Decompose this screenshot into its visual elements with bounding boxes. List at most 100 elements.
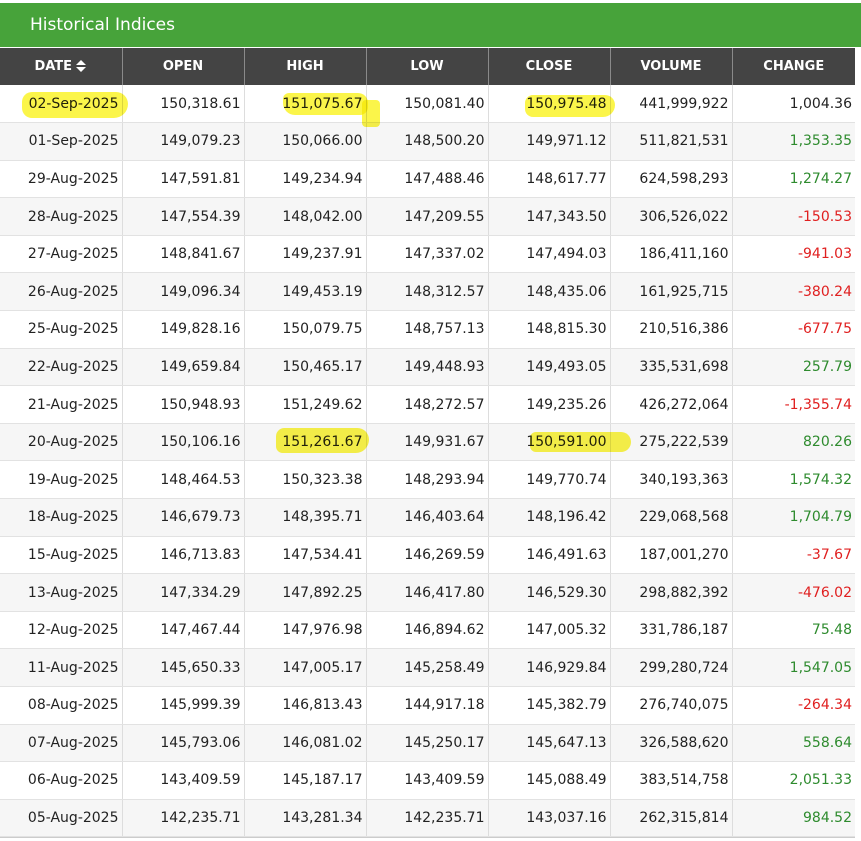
cell-volume: 426,272,064 [610,385,733,424]
cell-high: 146,081.02 [244,724,367,763]
cell-low: 148,272.57 [366,385,489,424]
cell-change: 820.26 [732,423,855,462]
cell-close: 148,617.77 [488,160,611,199]
cell-low: 148,293.94 [366,460,489,500]
cell-volume: 275,222,539 [610,423,733,462]
cell-date: 05-Aug-2025 [0,799,123,838]
cell-date: 01-Sep-2025 [0,122,123,161]
cell-volume: 383,514,758 [610,761,733,800]
cell-volume: 229,068,568 [610,498,733,537]
column-header-close[interactable]: CLOSE [488,48,611,85]
panel-title: Historical Indices [0,3,861,47]
column-header-low[interactable]: LOW [366,48,489,85]
cell-change: -380.24 [732,272,855,312]
cell-high: 150,079.75 [244,310,367,349]
column-header-change[interactable]: CHANGE [732,48,855,85]
cell-volume: 624,598,293 [610,160,733,199]
cell-high: 151,075.67 [244,85,367,124]
cell-change: 1,274.27 [732,160,855,199]
cell-close: 146,491.63 [488,536,611,575]
cell-volume: 298,882,392 [610,573,733,612]
table-body: 02-Sep-2025 150,318.61 151,075.67 150,081.4… [0,85,855,838]
cell-open: 150,318.61 [122,85,245,124]
cell-change: 1,547.05 [732,648,855,687]
cell-date: 02-Sep-2025 [0,85,123,124]
cell-volume: 340,193,363 [610,460,733,500]
cell-date: 07-Aug-2025 [0,724,123,763]
cell-volume: 262,315,814 [610,799,733,838]
cell-high: 147,534.41 [244,536,367,575]
table-row: 13-Aug-2025 147,334.29 147,892.25 146,417.8… [0,573,855,612]
table-row: 08-Aug-2025 145,999.39 146,813.43 144,917.1… [0,686,855,725]
cell-high: 147,976.98 [244,611,367,650]
cell-low: 148,312.57 [366,272,489,312]
cell-date: 21-Aug-2025 [0,385,123,424]
cell-low: 148,757.13 [366,310,489,349]
cell-open: 147,334.29 [122,573,245,612]
cell-date: 19-Aug-2025 [0,460,123,500]
cell-low: 147,209.55 [366,197,489,236]
cell-date: 22-Aug-2025 [0,348,123,387]
column-header-label: DATE [34,59,73,74]
cell-change: 1,004.36 [732,85,855,124]
cell-date: 13-Aug-2025 [0,573,123,612]
cell-date: 26-Aug-2025 [0,272,123,312]
table-row: 29-Aug-2025 147,591.81 149,234.94 147,488.4… [0,160,855,199]
cell-low: 144,917.18 [366,686,489,725]
column-header-open[interactable]: OPEN [122,48,245,85]
cell-date: 25-Aug-2025 [0,310,123,349]
cell-volume: 299,280,724 [610,648,733,687]
cell-volume: 326,588,620 [610,724,733,763]
table-row: 22-Aug-2025 149,659.84 150,465.17 149,448.9… [0,348,855,387]
cell-date: 12-Aug-2025 [0,611,123,650]
cell-low: 145,258.49 [366,648,489,687]
cell-high: 149,237.91 [244,235,367,274]
cell-low: 143,409.59 [366,761,489,800]
cell-open: 149,096.34 [122,272,245,312]
cell-volume: 511,821,531 [610,122,733,161]
cell-volume: 210,516,386 [610,310,733,349]
cell-volume: 187,001,270 [610,536,733,575]
cell-low: 149,448.93 [366,348,489,387]
cell-change: -150.53 [732,197,855,236]
cell-date: 11-Aug-2025 [0,648,123,687]
cell-close: 145,088.49 [488,761,611,800]
cell-date: 28-Aug-2025 [0,197,123,236]
cell-high: 149,453.19 [244,272,367,312]
cell-volume: 306,526,022 [610,197,733,236]
cell-low: 149,931.67 [366,423,489,462]
cell-volume: 161,925,715 [610,272,733,312]
cell-date: 08-Aug-2025 [0,686,123,725]
cell-change: 1,704.79 [732,498,855,537]
cell-date: 18-Aug-2025 [0,498,123,537]
table-row: 27-Aug-2025 148,841.67 149,237.91 147,337.0… [0,235,855,274]
column-header-high[interactable]: HIGH [244,48,367,85]
cell-open: 145,650.33 [122,648,245,687]
table-row: 20-Aug-2025 150,106.16 151,261.67 149,931.6… [0,423,855,462]
table-row: 12-Aug-2025 147,467.44 147,976.98 146,894.6… [0,611,855,650]
cell-low: 146,269.59 [366,536,489,575]
cell-low: 145,250.17 [366,724,489,763]
column-header-volume[interactable]: VOLUME [610,48,733,85]
cell-low: 148,500.20 [366,122,489,161]
cell-change: 2,051.33 [732,761,855,800]
cell-close: 149,971.12 [488,122,611,161]
table-row: 11-Aug-2025 145,650.33 147,005.17 145,258.4… [0,648,855,687]
cell-open: 150,106.16 [122,423,245,462]
cell-close: 143,037.16 [488,799,611,838]
table-header-row: DATE OPEN HIGH LOW CLOSE VOLUME CHANGE [0,48,855,85]
sort-up-down-icon[interactable] [76,60,87,73]
cell-low: 142,235.71 [366,799,489,838]
cell-open: 148,841.67 [122,235,245,274]
column-header-date[interactable]: DATE [0,48,123,85]
cell-open: 150,948.93 [122,385,245,424]
cell-open: 147,467.44 [122,611,245,650]
cell-change: -677.75 [732,310,855,349]
cell-date: 29-Aug-2025 [0,160,123,199]
table-bottom-border [0,837,855,838]
cell-high: 149,234.94 [244,160,367,199]
cell-high: 145,187.17 [244,761,367,800]
cell-open: 147,591.81 [122,160,245,199]
cell-high: 147,005.17 [244,648,367,687]
cell-change: 558.64 [732,724,855,763]
